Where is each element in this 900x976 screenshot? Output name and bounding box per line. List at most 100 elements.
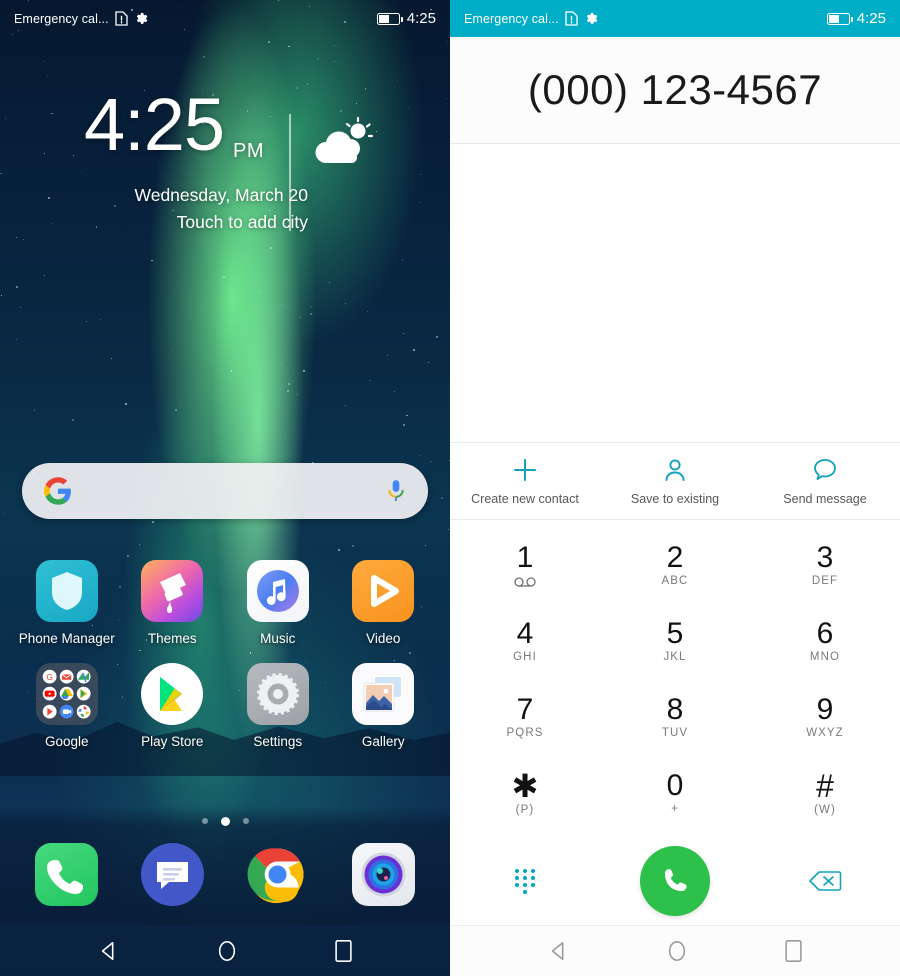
carrier-label: Emergency cal...	[14, 11, 109, 26]
star-icon: ✱	[511, 767, 539, 804]
microphone-icon[interactable]	[386, 477, 406, 505]
app-music[interactable]: Music	[225, 560, 331, 646]
document-alert-icon	[115, 11, 128, 26]
app-row-1: Phone Manager Themes Music Video	[0, 560, 450, 646]
page-dot-active[interactable]	[220, 816, 230, 826]
mini-playstore-icon	[77, 687, 91, 701]
add-city-label[interactable]: Touch to add city	[88, 212, 308, 233]
suggestions-empty-area	[450, 144, 900, 442]
dock-messages[interactable]: Messages	[120, 843, 226, 906]
dock-row: Phone Messages	[0, 843, 450, 906]
app-phone-manager[interactable]: Phone Manager	[14, 560, 120, 646]
google-folder-icon: G	[35, 663, 98, 725]
dialer-bottom-bar	[450, 837, 900, 925]
app-google-folder[interactable]: G Google	[14, 663, 120, 749]
backspace-icon	[809, 871, 842, 891]
dock-phone[interactable]: Phone	[14, 843, 120, 906]
page-dot[interactable]	[242, 818, 249, 824]
back-triangle-icon[interactable]	[98, 940, 120, 962]
shield-icon	[35, 560, 98, 622]
key-letters: MNO	[809, 650, 841, 663]
page-dot[interactable]	[201, 818, 208, 824]
dialpad-icon	[514, 868, 536, 894]
clock-weather-widget[interactable]: 4:25 PM Wednesday, March 20 Touch to add…	[0, 88, 450, 248]
recents-square-icon[interactable]	[784, 939, 803, 963]
mini-drive-icon	[59, 687, 74, 701]
key-4[interactable]: 4 GHI	[450, 603, 600, 679]
google-search-bar[interactable]	[22, 463, 428, 519]
voicemail-icon	[514, 576, 536, 587]
status-bar-right: 4:25	[376, 10, 436, 27]
home-circle-icon[interactable]	[216, 939, 238, 963]
key-7[interactable]: 7 PQRS	[450, 679, 600, 755]
app-video[interactable]: Video	[331, 560, 437, 646]
app-label: Google	[44, 734, 89, 749]
mini-youtube-icon	[42, 687, 57, 701]
app-settings[interactable]: Settings	[225, 663, 331, 749]
plus-icon	[514, 458, 536, 481]
key-8[interactable]: 8 TUV	[600, 679, 750, 755]
key-3[interactable]: 3 DEF	[750, 527, 900, 603]
google-g-icon	[44, 477, 71, 505]
phone-number-field[interactable]: (000) 123-4567	[450, 37, 900, 143]
status-bar-home: Emergency cal... 4:25	[0, 0, 450, 37]
app-play-store[interactable]: Play Store	[120, 663, 226, 749]
mini-gmail-icon	[59, 669, 74, 684]
key-digit: 7	[516, 692, 534, 726]
mini-google-icon: G	[42, 669, 57, 684]
key-5[interactable]: 5 JKL	[600, 603, 750, 679]
app-label: Settings	[253, 734, 303, 749]
camera-lens-icon	[351, 843, 415, 906]
document-alert-icon	[565, 11, 578, 26]
page-indicator	[0, 816, 450, 826]
home-circle-icon[interactable]	[666, 939, 688, 963]
key-letters: +	[671, 802, 679, 815]
dock-camera[interactable]: Camera	[331, 843, 437, 906]
call-button[interactable]	[640, 846, 710, 916]
key-hash[interactable]: # (W)	[750, 755, 900, 831]
backspace-button[interactable]	[750, 870, 900, 892]
key-letters: GHI	[513, 650, 537, 663]
svg-text:G: G	[46, 672, 53, 682]
mini-photos-icon	[77, 704, 91, 719]
key-digit: 2	[666, 540, 684, 574]
dock-chrome[interactable]: Chrome	[225, 843, 331, 906]
key-letters: WXYZ	[806, 726, 844, 739]
mini-playmusic-icon	[42, 704, 57, 719]
key-letters: JKL	[663, 650, 687, 663]
gear-icon	[586, 12, 598, 24]
back-triangle-icon[interactable]	[548, 940, 570, 962]
app-themes[interactable]: Themes	[120, 560, 226, 646]
contact-actions-row: Create new contact Save to existing Send…	[450, 443, 900, 519]
create-new-contact-button[interactable]: Create new contact	[450, 457, 600, 506]
save-to-existing-button[interactable]: Save to existing	[600, 457, 750, 506]
key-letters: PQRS	[506, 726, 544, 739]
key-0[interactable]: 0 +	[600, 755, 750, 831]
send-message-button[interactable]: Send message	[750, 457, 900, 506]
app-gallery[interactable]: Gallery	[331, 663, 437, 749]
status-bar-left: Emergency cal...	[14, 11, 149, 26]
status-bar-dialer: Emergency cal... 4:25	[450, 0, 900, 37]
app-label: Phone Manager	[18, 631, 115, 646]
battery-icon	[376, 12, 403, 25]
message-bubble-icon	[140, 843, 204, 906]
call-button-wrapper[interactable]	[600, 846, 750, 916]
action-label: Create new contact	[471, 491, 579, 506]
key-6[interactable]: 6 MNO	[750, 603, 900, 679]
music-note-icon	[246, 560, 309, 622]
key-star[interactable]: ✱ (P)	[450, 755, 600, 831]
app-label: Themes	[147, 631, 197, 646]
recents-square-icon[interactable]	[334, 939, 353, 963]
app-row-2: G Google Play Store Settings Gallery	[0, 663, 450, 749]
key-9[interactable]: 9 WXYZ	[750, 679, 900, 755]
chrome-icon	[246, 843, 309, 906]
status-time: 4:25	[856, 10, 886, 27]
dialpad-toggle-button[interactable]	[450, 868, 600, 894]
play-store-icon	[141, 663, 204, 725]
carrier-label: Emergency cal...	[464, 11, 559, 26]
app-label: Video	[366, 631, 401, 646]
key-1[interactable]: 1	[450, 527, 600, 603]
key-2[interactable]: 2 ABC	[600, 527, 750, 603]
action-label: Send message	[783, 491, 867, 506]
key-letters: ABC	[661, 574, 689, 587]
